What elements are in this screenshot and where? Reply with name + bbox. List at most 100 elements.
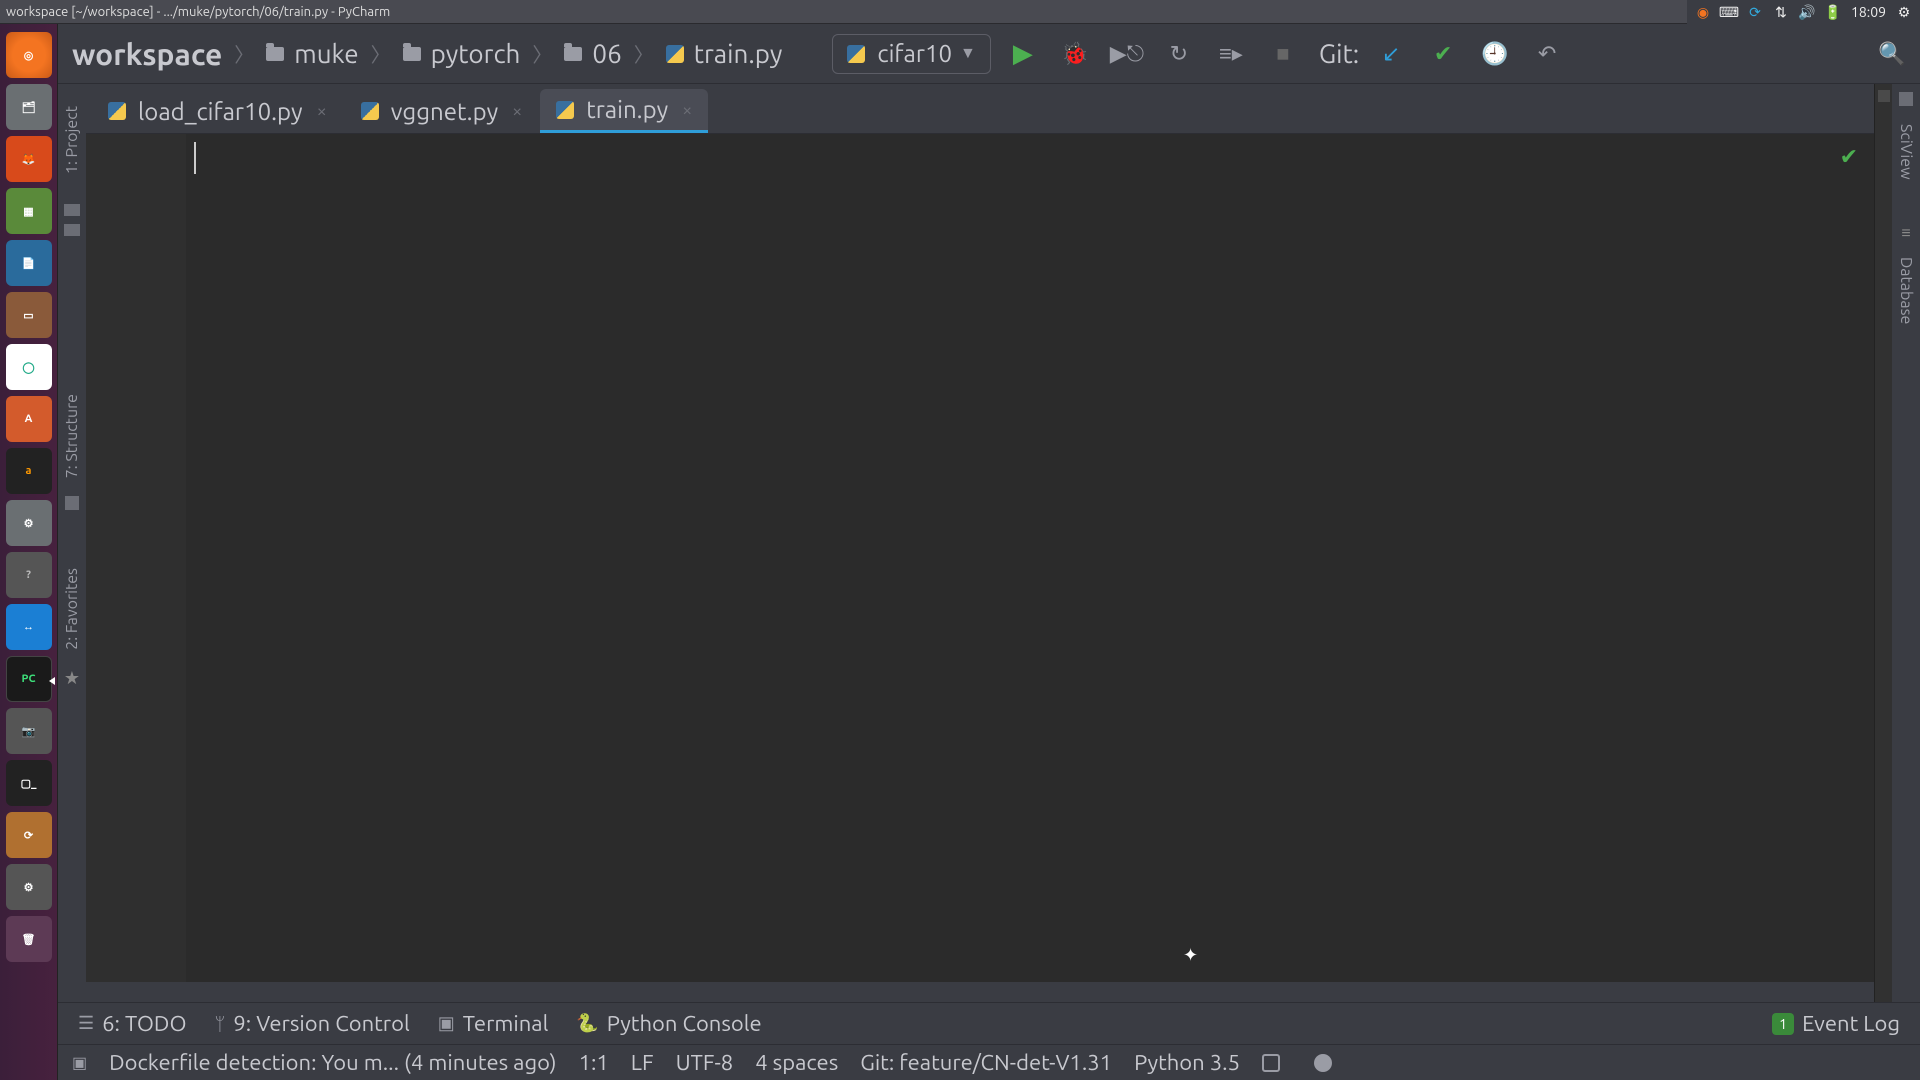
status-caret-position[interactable]: 1:1	[579, 1050, 609, 1075]
profile-button[interactable]: ↻	[1159, 34, 1199, 74]
network-icon[interactable]: ⇅	[1773, 4, 1789, 20]
run-with-coverage-button[interactable]: ▶⎋	[1107, 34, 1147, 74]
launcher-updater-icon[interactable]: ⟳	[6, 812, 52, 858]
breadcrumb-root[interactable]: workspace	[66, 37, 228, 71]
editor-gutter	[86, 134, 186, 982]
launcher-firefox-icon[interactable]: 🦊	[6, 136, 52, 182]
folder-icon	[564, 47, 582, 61]
updates-icon[interactable]: ◉	[1695, 4, 1711, 20]
editor-tab[interactable]: load_cifar10.py ×	[92, 89, 343, 133]
right-tool-window-tabs: SciView ≡ Database	[1892, 84, 1920, 1002]
launcher-teamviewer-icon[interactable]: ↔	[6, 604, 52, 650]
python-file-icon	[361, 102, 379, 120]
vcs-commit-button[interactable]: ✔	[1423, 34, 1463, 74]
editor-body[interactable]: ✔	[86, 134, 1874, 982]
volume-icon[interactable]: 🔊	[1799, 4, 1815, 20]
python-file-icon	[847, 45, 865, 63]
structure-icon	[65, 496, 79, 510]
tool-windows-icon[interactable]: ▣	[72, 1053, 87, 1072]
editor-scrollbar[interactable]	[1874, 84, 1892, 1002]
tool-tab-favorites[interactable]: 2: Favorites	[63, 568, 81, 650]
status-message[interactable]: Dockerfile detection: You m... (4 minute…	[109, 1050, 556, 1075]
editor-tab-active[interactable]: train.py ×	[540, 89, 708, 133]
list-icon: ☰	[78, 1013, 94, 1034]
event-count-badge: 1	[1772, 1013, 1794, 1035]
tool-tab-structure[interactable]: 7: Structure	[63, 394, 81, 478]
editor-tab-label: train.py	[586, 96, 668, 123]
breadcrumb-item[interactable]: pytorch	[397, 39, 527, 68]
tool-tab-terminal[interactable]: ▣Terminal	[438, 1011, 549, 1036]
ubuntu-launcher: ◎ 🗂 🦊 ▦ 📄 ▭ ◯ A a ⚙ ? ↔ PC 📷 ▢_ ⟳ ⚙ 🗑	[0, 24, 58, 1080]
close-icon[interactable]: ×	[682, 100, 692, 120]
keyboard-icon[interactable]: ⌨	[1721, 4, 1737, 20]
status-inspector-icon[interactable]	[1314, 1054, 1332, 1072]
editor-tab-label: vggnet.py	[391, 98, 498, 125]
git-label: Git:	[1319, 39, 1359, 68]
launcher-files-icon[interactable]: 🗂	[6, 84, 52, 130]
breadcrumb-item[interactable]: muke	[260, 39, 364, 68]
battery-icon[interactable]: 🔋	[1825, 4, 1841, 20]
launcher-writer-icon[interactable]: 📄	[6, 240, 52, 286]
stop-button[interactable]: ■	[1263, 34, 1303, 74]
gear-icon[interactable]: ⚙	[1896, 4, 1912, 20]
folder-icon	[403, 47, 421, 61]
clock[interactable]: 18:09	[1851, 4, 1886, 20]
launcher-pycharm-icon[interactable]: PC	[6, 656, 52, 702]
launcher-trash-icon[interactable]: 🗑	[6, 916, 52, 962]
chevron-right-icon: 〉	[532, 39, 552, 68]
editor-tab[interactable]: vggnet.py ×	[345, 89, 539, 133]
close-icon[interactable]: ×	[512, 101, 522, 121]
tool-tab-todo[interactable]: ☰6: TODO	[78, 1011, 187, 1036]
launcher-chrome-icon[interactable]: ◯	[6, 344, 52, 390]
run-configuration-selector[interactable]: cifar10 ▼	[832, 34, 990, 74]
project-collapsed-icon[interactable]	[64, 204, 80, 216]
status-line-separator[interactable]: LF	[631, 1050, 654, 1075]
debug-button[interactable]: 🐞	[1055, 34, 1095, 74]
inspection-ok-icon[interactable]: ✔	[1840, 144, 1858, 170]
launcher-store-icon[interactable]: A	[6, 396, 52, 442]
database-icon: ≡	[1901, 224, 1910, 243]
python-file-icon	[556, 101, 574, 119]
system-tray: ◉ ⌨ ⟳ ⇅ 🔊 🔋 18:09 ⚙	[1687, 0, 1920, 24]
breadcrumb-file[interactable]: train.py	[660, 39, 789, 68]
launcher-system-icon[interactable]: ⚙	[6, 864, 52, 910]
tool-tab-event-log[interactable]: 1 Event Log	[1772, 1011, 1900, 1036]
editor-area: load_cifar10.py × vggnet.py × train.py ×	[86, 84, 1874, 1002]
tool-tab-project[interactable]: 1: Project	[63, 106, 81, 174]
window-title: workspace [~/workspace] - .../muke/pytor…	[6, 5, 390, 19]
run-button[interactable]: ▶	[1003, 34, 1043, 74]
project-collapsed-icon[interactable]	[64, 224, 80, 236]
status-indent[interactable]: 4 spaces	[755, 1050, 838, 1075]
launcher-camera-icon[interactable]: 📷	[6, 708, 52, 754]
markers-icon	[1878, 90, 1890, 102]
left-tool-window-tabs: 1: Project 7: Structure 2: Favorites ★	[58, 84, 86, 1002]
chevron-right-icon: 〉	[371, 39, 391, 68]
tool-tab-version-control[interactable]: ᛘ9: Version Control	[215, 1011, 410, 1036]
tool-tab-python-console[interactable]: 🐍Python Console	[576, 1011, 761, 1036]
editor-tab-label: load_cifar10.py	[138, 98, 303, 125]
attach-button[interactable]: ≡▸	[1211, 34, 1251, 74]
launcher-settings-icon[interactable]: ⚙	[6, 500, 52, 546]
launcher-impress-icon[interactable]: ▭	[6, 292, 52, 338]
launcher-terminal-icon[interactable]: ▢_	[6, 760, 52, 806]
status-encoding[interactable]: UTF-8	[676, 1050, 734, 1075]
status-git-branch[interactable]: Git: feature/CN-det-V1.31	[860, 1050, 1112, 1075]
vcs-update-button[interactable]: ↙	[1371, 34, 1411, 74]
sync-icon[interactable]: ⟳	[1747, 4, 1763, 20]
breadcrumb-item[interactable]: 06	[558, 39, 627, 68]
status-bar: ▣ Dockerfile detection: You m... (4 minu…	[58, 1044, 1920, 1080]
tool-tab-sciview[interactable]: SciView	[1897, 124, 1915, 180]
close-icon[interactable]: ×	[317, 101, 327, 121]
search-everywhere-button[interactable]: 🔍	[1872, 34, 1912, 74]
launcher-calc-icon[interactable]: ▦	[6, 188, 52, 234]
status-python-interpreter[interactable]: Python 3.5	[1134, 1050, 1240, 1075]
status-readonly-icon[interactable]	[1262, 1054, 1280, 1072]
launcher-help-icon[interactable]: ?	[6, 552, 52, 598]
launcher-dash-icon[interactable]: ◎	[6, 32, 52, 78]
vcs-history-button[interactable]: 🕘	[1475, 34, 1515, 74]
vcs-revert-button[interactable]: ↶	[1527, 34, 1567, 74]
launcher-amazon-icon[interactable]: a	[6, 448, 52, 494]
pycharm-window: workspace 〉 muke 〉 pytorch 〉 06 〉 train.…	[58, 24, 1920, 1080]
editor-text-area[interactable]	[186, 134, 1874, 982]
tool-tab-database[interactable]: Database	[1897, 257, 1915, 324]
